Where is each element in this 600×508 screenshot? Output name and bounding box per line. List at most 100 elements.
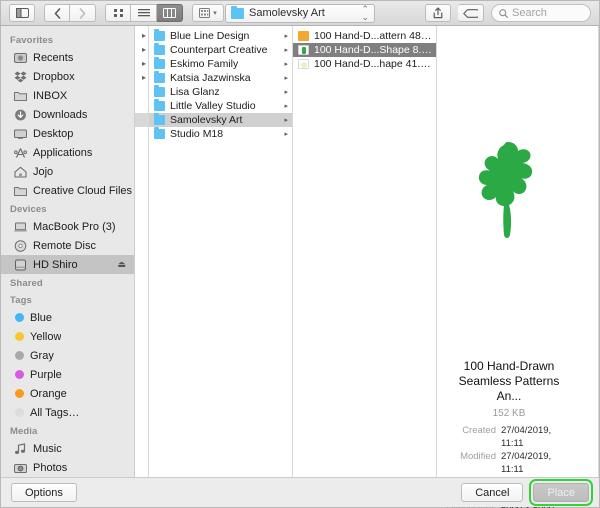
folder-row[interactable]: Eskimo Family ▸ (149, 57, 292, 71)
sidebar-item-inbox[interactable]: INBOX (1, 86, 134, 105)
metadata-row: Created 27/04/2019, 11:11 (444, 424, 574, 450)
sidebar-item-recents[interactable]: Recents (1, 48, 134, 67)
search-icon (499, 8, 508, 18)
sidebar-item-downloads[interactable]: Downloads (1, 105, 134, 124)
column-view-button[interactable] (157, 4, 183, 22)
list-view-icon (137, 9, 150, 17)
file-row[interactable]: 100 Hand-D...hape 41.png (293, 57, 436, 71)
sidebar-item-blue[interactable]: Blue (1, 308, 134, 327)
folder-icon (154, 57, 165, 69)
chevron-right-icon: ▸ (284, 117, 288, 124)
tag-icon (463, 8, 478, 18)
harddrive-icon (13, 258, 27, 271)
folder-icon (154, 29, 165, 41)
sidebar-item-hd-shiro[interactable]: HD Shiro ⏏ (1, 255, 134, 274)
metadata-value: 27/04/2019, 11:11 (501, 451, 552, 475)
sidebar-item-dropbox[interactable]: Dropbox (1, 67, 134, 86)
stepper-arrows-icon: ⌃ ⌄ (361, 4, 369, 22)
disclosure-triangle-icon[interactable]: ▸ (142, 60, 146, 68)
sidebar-item-applications[interactable]: Applications (1, 143, 134, 162)
sidebar-item-all-tags[interactable]: All Tags… (1, 403, 134, 422)
sidebar-item-yellow[interactable]: Yellow (1, 327, 134, 346)
image-thumb-green-icon (298, 45, 309, 55)
tag-dot-icon (15, 408, 24, 417)
options-button[interactable]: Options (11, 483, 77, 502)
disclosure-triangle-icon[interactable]: ▸ (142, 46, 146, 54)
sidebar-item-orange[interactable]: Orange (1, 384, 134, 403)
file-row[interactable]: 100 Hand-D...attern 48.jpg (293, 29, 436, 43)
tag-dot-icon (15, 351, 24, 360)
tag-button[interactable] (458, 4, 484, 22)
disclosure-row[interactable] (135, 99, 148, 113)
sidebar-item-remote-disc[interactable]: Remote Disc (1, 236, 134, 255)
disclosure-row[interactable] (135, 113, 148, 127)
sidebar-item-gray[interactable]: Gray (1, 346, 134, 365)
disclosure-row[interactable] (135, 85, 148, 99)
folder-row[interactable]: Little Valley Studio ▸ (149, 99, 292, 113)
footer-actions: Cancel Place (461, 479, 593, 506)
cancel-button[interactable]: Cancel (461, 483, 524, 502)
disclosure-row[interactable]: ▸ (135, 43, 148, 57)
sidebar-item-label: Gray (30, 349, 54, 362)
sidebar-item-purple[interactable]: Purple (1, 365, 134, 384)
dialog-body: Favorites Recents Dropbox INBOX Downloads Des… (1, 26, 599, 508)
sidebar-item-label: Purple (30, 368, 62, 381)
disclosure-triangle-icon[interactable]: ▸ (142, 32, 146, 40)
clock-icon (13, 51, 27, 64)
folder-row[interactable]: Samolevsky Art ▸ (149, 113, 292, 127)
arrange-button[interactable]: ▾ (192, 4, 224, 22)
applications-icon (13, 146, 27, 159)
sidebar[interactable]: Favorites Recents Dropbox INBOX Downloads Des… (1, 26, 135, 477)
sidebar-item-label: Desktop (33, 127, 74, 140)
icon-view-button[interactable] (105, 4, 131, 22)
disclosure-row[interactable]: ▸ (135, 29, 148, 43)
file-row[interactable]: 100 Hand-D...Shape 8.png (293, 43, 436, 57)
toolbar-right-tools: Search (425, 4, 591, 22)
oak-leaf-graphic (478, 142, 533, 238)
sidebar-item-label: All Tags… (30, 406, 80, 419)
metadata-key: Modified (460, 451, 496, 462)
nav-button-group (44, 4, 96, 22)
eject-icon[interactable]: ⏏ (117, 259, 126, 270)
sidebar-item-photos[interactable]: Photos (1, 458, 134, 477)
search-field[interactable]: Search (491, 4, 591, 22)
sidebar-section-header: Media (10, 426, 38, 437)
folder-row[interactable]: Blue Line Design ▸ (149, 29, 292, 43)
folder-row-label: Samolevsky Art (170, 114, 243, 126)
back-button[interactable] (44, 4, 70, 22)
sidebar-item-creative-cloud-files[interactable]: Creative Cloud Files (1, 181, 134, 200)
sidebar-item-desktop[interactable]: Desktop (1, 124, 134, 143)
folder-row[interactable]: Studio M18 ▸ (149, 127, 292, 141)
grid-view-icon (113, 9, 123, 17)
folder-icon (13, 184, 27, 197)
path-popup-button[interactable]: Samolevsky Art ⌃ ⌄ (225, 3, 375, 23)
disclosure-triangle-icon[interactable]: ▸ (142, 74, 146, 82)
sidebar-item-macbook-pro-3[interactable]: MacBook Pro (3) (1, 217, 134, 236)
disclosure-row[interactable]: ▸ (135, 57, 148, 71)
sidebar-toggle-button[interactable] (9, 4, 35, 22)
share-button[interactable] (425, 4, 451, 22)
disclosure-row[interactable] (135, 127, 148, 141)
folder-row-label: Katsia Jazwinska (170, 72, 251, 84)
list-view-button[interactable] (131, 4, 157, 22)
download-icon (13, 108, 27, 121)
chevron-right-icon: ▸ (284, 131, 288, 138)
sidebar-item-jojo[interactable]: Jojo (1, 162, 134, 181)
disclosure-column[interactable]: ▸ ▸ ▸ ▸ (135, 26, 149, 477)
folder-row[interactable]: Katsia Jazwinska ▸ (149, 71, 292, 85)
chevron-right-icon (79, 7, 86, 19)
folder-icon (154, 85, 165, 97)
forward-button[interactable] (70, 4, 96, 22)
laptop-icon (13, 220, 27, 233)
folder-row-label: Little Valley Studio (170, 100, 256, 112)
chevron-down-icon: ▾ (213, 10, 217, 17)
folder-row[interactable]: Lisa Glanz ▸ (149, 85, 292, 99)
tag-dot-icon (15, 313, 24, 322)
chevron-right-icon: ▸ (284, 61, 288, 68)
place-button[interactable]: Place (529, 479, 593, 506)
folder-row[interactable]: Counterpart Creative ▸ (149, 43, 292, 57)
sidebar-item-music[interactable]: Music (1, 439, 134, 458)
file-column[interactable]: 100 Hand-D...attern 48.jpg 100 Hand-D...S… (293, 26, 437, 477)
disclosure-row[interactable]: ▸ (135, 71, 148, 85)
folder-column[interactable]: Blue Line Design ▸ Counterpart Creative ▸ Es… (149, 26, 293, 477)
